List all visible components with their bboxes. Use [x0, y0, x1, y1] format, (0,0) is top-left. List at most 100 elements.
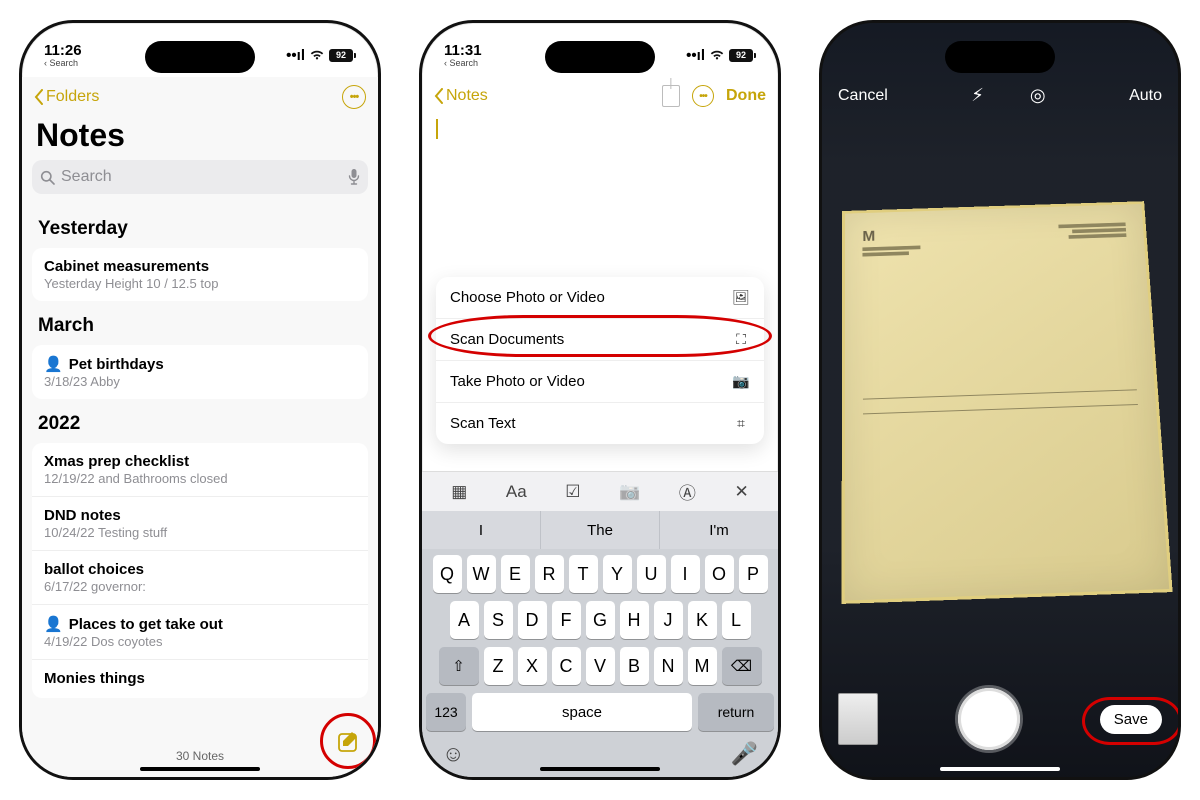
dictation-button[interactable]: 🎤 — [731, 741, 758, 767]
dynamic-island — [145, 41, 255, 73]
note-row[interactable]: Monies things — [32, 660, 368, 698]
suggestion[interactable]: I — [422, 511, 541, 549]
keyboard-area: ▦ Aa ☑︎ 📷 Ⓐ ✕ I The I'm QWERTYUIOP ASDFG… — [422, 471, 778, 777]
auto-button[interactable]: Auto — [1129, 87, 1162, 105]
search-placeholder: Search — [61, 168, 342, 186]
key-⌫[interactable]: ⌫ — [722, 647, 762, 685]
note-row[interactable]: 👤Places to get take out 4/19/22 Dos coyo… — [32, 605, 368, 660]
search-icon — [40, 170, 55, 185]
key-p[interactable]: P — [739, 555, 768, 593]
camera-button[interactable]: 📷 — [619, 482, 640, 502]
emoji-button[interactable]: ☺ — [442, 741, 464, 767]
key-o[interactable]: O — [705, 555, 734, 593]
section-header: 2022 — [32, 399, 368, 443]
menu-take-photo[interactable]: Take Photo or Video 📷 — [436, 361, 764, 403]
nav-bar: Notes ••• Done — [422, 77, 778, 113]
menu-scan-text[interactable]: Scan Text ⌗ — [436, 403, 764, 444]
compose-button[interactable] — [336, 729, 362, 755]
back-label: Folders — [46, 88, 99, 106]
key-j[interactable]: J — [654, 601, 683, 639]
filter-icon[interactable]: ◎ — [1030, 85, 1046, 106]
markup-icon[interactable]: Ⓐ — [679, 479, 696, 504]
cancel-button[interactable]: Cancel — [838, 87, 888, 105]
key-x[interactable]: X — [518, 647, 547, 685]
close-toolbar-icon[interactable]: ✕ — [734, 482, 748, 502]
key-q[interactable]: Q — [433, 555, 462, 593]
suggestion[interactable]: I'm — [660, 511, 778, 549]
phone-notes-list: 11:26 ‹ Search ••ıl 92 Folders ••• Notes… — [19, 20, 381, 780]
key-k[interactable]: K — [688, 601, 717, 639]
format-toolbar: ▦ Aa ☑︎ 📷 Ⓐ ✕ — [422, 471, 778, 511]
key-s[interactable]: S — [484, 601, 513, 639]
more-button[interactable]: ••• — [342, 85, 366, 109]
key-g[interactable]: G — [586, 601, 615, 639]
key-y[interactable]: Y — [603, 555, 632, 593]
key-⇧[interactable]: ⇧ — [439, 647, 479, 685]
camera-icon: 📷 — [732, 375, 750, 389]
note-row[interactable]: Xmas prep checklist 12/19/22 and Bathroo… — [32, 443, 368, 497]
key-m[interactable]: M — [688, 647, 717, 685]
key-a[interactable]: A — [450, 601, 479, 639]
key-f[interactable]: F — [552, 601, 581, 639]
note-row[interactable]: Cabinet measurements Yesterday Height 10… — [32, 248, 368, 301]
done-button[interactable]: Done — [726, 87, 766, 105]
section-header: March — [32, 301, 368, 345]
search-input[interactable]: Search — [32, 160, 368, 194]
text-format-button[interactable]: Aa — [506, 482, 527, 502]
document-logo: M — [862, 227, 920, 245]
key-d[interactable]: D — [518, 601, 547, 639]
menu-choose-photo[interactable]: Choose Photo or Video 🖼 — [436, 277, 764, 319]
key-e[interactable]: E — [501, 555, 530, 593]
key-123[interactable]: 123 — [426, 693, 466, 731]
save-button[interactable]: Save — [1100, 705, 1162, 734]
key-u[interactable]: U — [637, 555, 666, 593]
more-button[interactable]: ••• — [692, 85, 714, 107]
wifi-icon — [709, 49, 725, 61]
key-b[interactable]: B — [620, 647, 649, 685]
key-v[interactable]: V — [586, 647, 615, 685]
key-h[interactable]: H — [620, 601, 649, 639]
nav-bar: Folders ••• — [22, 77, 378, 113]
document-scan-icon: ⛶ — [732, 333, 750, 347]
notes-list[interactable]: Yesterday Cabinet measurements Yesterday… — [22, 204, 378, 777]
share-button[interactable] — [662, 85, 680, 107]
suggestion[interactable]: The — [541, 511, 660, 549]
home-indicator[interactable] — [540, 767, 660, 771]
shutter-button[interactable] — [958, 688, 1020, 750]
signal-icon: ••ıl — [686, 47, 705, 64]
key-t[interactable]: T — [569, 555, 598, 593]
shared-icon: 👤 — [44, 355, 63, 373]
home-indicator[interactable] — [140, 767, 260, 771]
back-button[interactable]: Notes — [434, 87, 488, 105]
key-n[interactable]: N — [654, 647, 683, 685]
battery-icon: 92 — [729, 49, 756, 62]
signal-icon: ••ıl — [286, 47, 305, 64]
checklist-icon[interactable]: ☑︎ — [565, 482, 580, 502]
key-r[interactable]: R — [535, 555, 564, 593]
section-header: Yesterday — [32, 204, 368, 248]
table-icon[interactable]: ▦ — [451, 482, 467, 502]
home-indicator[interactable] — [940, 767, 1060, 771]
note-row[interactable]: DND notes 10/24/22 Testing stuff — [32, 497, 368, 551]
notes-count: 30 Notes — [22, 749, 378, 763]
note-row[interactable]: ballot choices 6/17/22 governor: — [32, 551, 368, 605]
key-c[interactable]: C — [552, 647, 581, 685]
flash-icon[interactable]: ⚡︎ — [971, 85, 984, 106]
scan-thumbnail[interactable] — [838, 693, 878, 745]
key-l[interactable]: L — [722, 601, 751, 639]
mic-icon[interactable] — [348, 168, 360, 186]
text-scan-icon: ⌗ — [732, 417, 750, 431]
menu-scan-documents[interactable]: Scan Documents ⛶ — [436, 319, 764, 361]
key-w[interactable]: W — [467, 555, 496, 593]
back-button[interactable]: Folders — [34, 88, 99, 106]
photo-stack-icon: 🖼 — [732, 291, 750, 305]
phone-document-scanner: Cancel ⚡︎ ◎ Auto M — [819, 20, 1181, 780]
key-i[interactable]: I — [671, 555, 700, 593]
scanner-nav: Cancel ⚡︎ ◎ Auto — [822, 85, 1178, 106]
key-return[interactable]: return — [698, 693, 774, 731]
shared-icon: 👤 — [44, 615, 63, 633]
key-z[interactable]: Z — [484, 647, 513, 685]
note-row[interactable]: 👤Pet birthdays 3/18/23 Abby — [32, 345, 368, 399]
key-space[interactable]: space — [472, 693, 692, 731]
status-time: 11:26 — [44, 43, 82, 58]
